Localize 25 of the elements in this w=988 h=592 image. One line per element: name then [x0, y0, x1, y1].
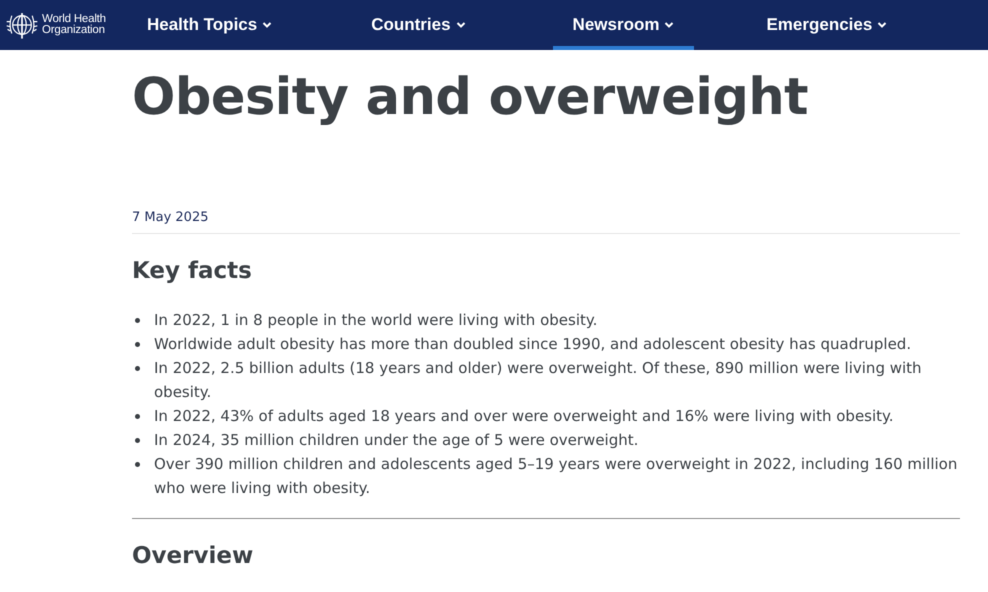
- organization-name[interactable]: World Health Organization: [42, 14, 106, 36]
- bullet-icon: [135, 318, 140, 323]
- key-fact-text: Worldwide adult obesity has more than doubled since 1990, and adolescent obesity has quadrupled.: [154, 334, 912, 355]
- chevron-down-icon: [877, 21, 888, 29]
- chevron-down-icon: [456, 21, 466, 29]
- page-title: Obesity and overweight: [132, 68, 810, 128]
- nav-menu-item[interactable]: Health Topics: [135, 0, 284, 50]
- key-fact-text: In 2024, 35 million children under the age of 5 were overweight.: [154, 430, 640, 451]
- key-fact-text: In 2022, 2.5 billion adults (18 years and older) were overweight. Of these, 890 million were living with obesity.: [154, 358, 923, 403]
- key-fact-text: Over 390 million children and adolescents aged 5–19 years were overweight in 2022, including 160 million who were living with obesity.: [154, 454, 958, 499]
- chevron-down-icon: [664, 21, 674, 29]
- bullet-icon: [135, 414, 140, 419]
- key-fact-text: In 2022, 1 in 8 people in the world were living with obesity.: [154, 310, 598, 331]
- bullet-icon: [135, 438, 140, 443]
- key-fact-text: In 2022, 43% of adults aged 18 years and over were overweight and 16% were living with obesity.: [154, 406, 895, 427]
- nav-menu-item[interactable]: Countries: [359, 0, 478, 50]
- section-heading: Overview: [132, 542, 254, 571]
- chevron-down-icon: [262, 21, 272, 29]
- bullet-icon: [135, 366, 140, 371]
- nav-menu-item[interactable]: Emergencies: [754, 0, 900, 50]
- bullet-icon: [135, 462, 140, 467]
- publish-date: 7 May 2025: [132, 210, 960, 234]
- bullet-icon: [135, 342, 140, 347]
- section-heading: Key facts: [132, 257, 253, 286]
- nav-menu-item[interactable]: Newsroom: [552, 0, 694, 50]
